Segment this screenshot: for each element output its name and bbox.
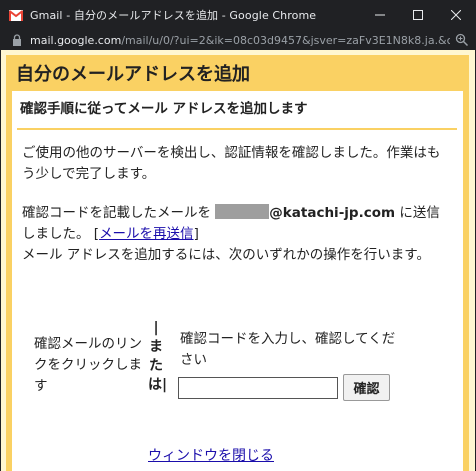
options-intro: メール アドレスを追加するには、次のいずれかの操作を行います。 <box>22 247 430 263</box>
window-titlebar: Gmail - 自分のメールアドレスを追加 - Google Chrome <box>0 0 476 30</box>
close-icon <box>451 10 461 20</box>
instruction-paragraph: 確認コードを記載したメールを @katachi-jp.com に送信しました。 … <box>22 203 452 266</box>
or-separator: |または| <box>148 320 168 393</box>
dialog-frame: 自分のメールアドレスを追加 確認手順に従ってメール アドレスを追加します ご使用… <box>6 55 469 471</box>
zoom-icon[interactable] <box>455 33 469 47</box>
option-click-link: 確認メールのリンクをクリックします <box>34 336 142 394</box>
bracket-close: ] <box>193 226 199 242</box>
status-paragraph: ご使用の他のサーバーを検出し、認証情報を確認しました。作業はもう少しで完了します… <box>22 145 441 182</box>
divider <box>17 128 457 130</box>
option-enter-code: 確認コードを入力し、確認してください <box>180 331 396 368</box>
url-path: /mail/u/0/?ui=2&ik=08c03d9457&jsver=zaFv… <box>121 33 450 47</box>
dialog-title: 自分のメールアドレスを追加 <box>16 64 250 85</box>
maximize-icon <box>413 10 423 20</box>
address-bar[interactable]: mail.google.com/mail/u/0/?ui=2&ik=08c03d… <box>0 30 476 50</box>
url-text[interactable]: mail.google.com/mail/u/0/?ui=2&ik=08c03d… <box>30 34 450 47</box>
sent-text-before: 確認コードを記載したメールを <box>22 205 211 221</box>
redacted-email-user <box>215 204 270 219</box>
lock-icon <box>13 34 21 46</box>
verification-code-input[interactable] <box>178 377 338 399</box>
dialog-header: 自分のメールアドレスを追加 <box>12 55 463 91</box>
gmail-icon <box>9 9 23 21</box>
resend-email-link[interactable]: メールを再送信 <box>99 226 194 242</box>
window-title: Gmail - 自分のメールアドレスを追加 - Google Chrome <box>30 9 317 22</box>
page-content: 自分のメールアドレスを追加 確認手順に従ってメール アドレスを追加します ご使用… <box>1 50 475 471</box>
minimize-button[interactable] <box>362 0 398 30</box>
close-window-link[interactable]: ウィンドウを閉じる <box>148 445 274 465</box>
email-domain: @katachi-jp.com <box>269 205 396 221</box>
maximize-button[interactable] <box>400 0 436 30</box>
minimize-icon <box>375 14 385 16</box>
dialog-subtitle: 確認手順に従ってメール アドレスを追加します <box>20 101 308 117</box>
url-host: mail.google.com <box>30 33 122 47</box>
close-button[interactable] <box>438 0 474 30</box>
confirm-button[interactable]: 確認 <box>343 374 390 401</box>
